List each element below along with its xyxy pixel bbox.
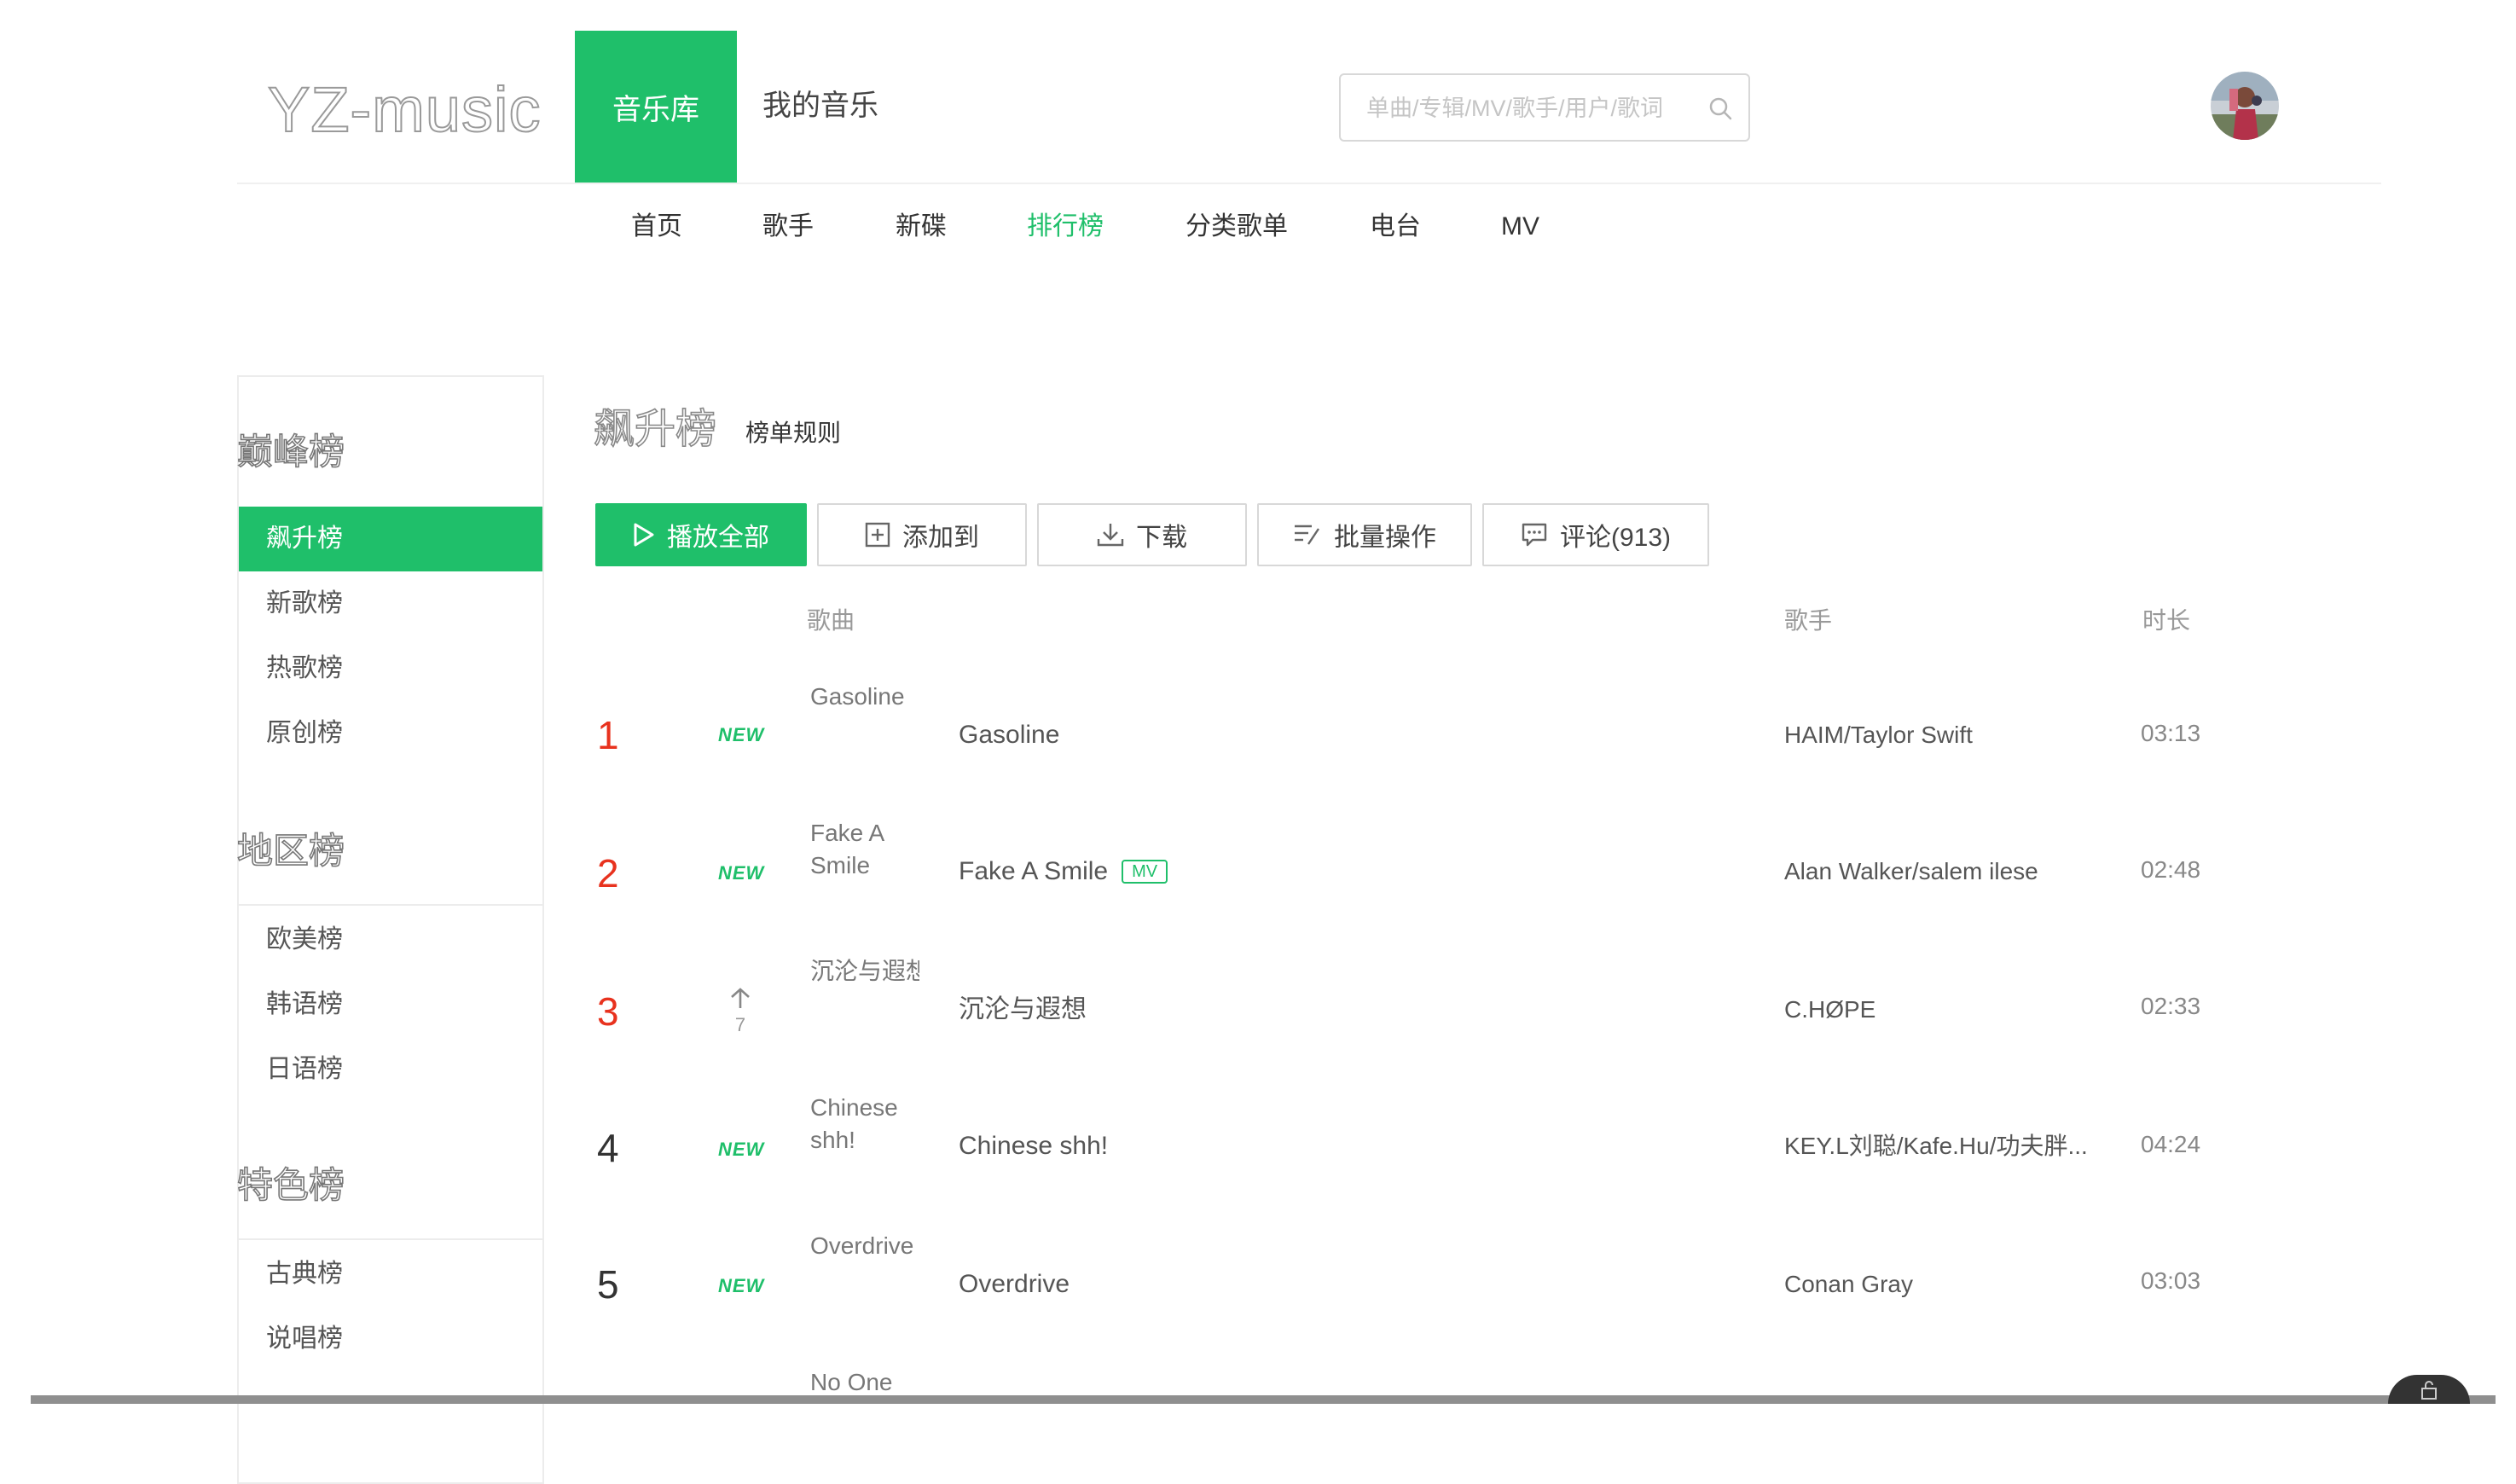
song-title[interactable]: Gasoline bbox=[959, 718, 1059, 752]
song-duration: 04:24 bbox=[2141, 1131, 2201, 1157]
subnav-charts[interactable]: 排行榜 bbox=[1027, 208, 1104, 246]
header-divider bbox=[237, 183, 2381, 184]
new-badge: NEW bbox=[718, 1139, 765, 1160]
song-rank: 2 bbox=[597, 851, 619, 896]
download-button[interactable]: 下载 bbox=[1037, 503, 1247, 566]
sidebar-group-peak: 巅峰榜 bbox=[236, 431, 345, 472]
subnav-home[interactable]: 首页 bbox=[631, 208, 682, 246]
chart-title: 飙升榜 bbox=[593, 406, 717, 453]
add-to-label: 添加到 bbox=[902, 524, 979, 552]
song-singer[interactable]: HAIM/Taylor Swift bbox=[1784, 718, 2100, 752]
column-header-duration: 时长 bbox=[2142, 607, 2191, 634]
search-input[interactable] bbox=[1365, 90, 1701, 126]
subnav-new-albums[interactable]: 新碟 bbox=[896, 208, 947, 246]
player-toggle-handle[interactable] bbox=[2388, 1375, 2470, 1404]
download-icon bbox=[1097, 524, 1124, 547]
song-singer[interactable]: C.HØPE bbox=[1784, 993, 2100, 1027]
comments-button[interactable]: 评论(913) bbox=[1482, 503, 1709, 566]
sidebar-item-new-songs[interactable]: 新歌榜 bbox=[239, 571, 542, 636]
sidebar-group-special: 特色榜 bbox=[236, 1164, 345, 1206]
arrow-up-icon bbox=[731, 988, 750, 1008]
sidebar-item-korean[interactable]: 韩语榜 bbox=[239, 972, 542, 1037]
subnav-radio[interactable]: 电台 bbox=[1370, 208, 1421, 246]
batch-label: 批量操作 bbox=[1334, 524, 1436, 552]
sidebar-divider bbox=[239, 1238, 542, 1240]
song-title-text[interactable]: Fake A Smile bbox=[959, 855, 1108, 889]
song-title-text[interactable]: Overdrive bbox=[959, 1267, 1070, 1301]
new-badge: NEW bbox=[718, 862, 765, 884]
lock-icon bbox=[2421, 1381, 2437, 1400]
nav-my-music[interactable]: 我的音乐 bbox=[762, 85, 878, 126]
sidebar-item-hot-songs[interactable]: 热歌榜 bbox=[239, 636, 542, 701]
sidebar-group-region: 地区榜 bbox=[236, 830, 345, 872]
chart-rules-link[interactable]: 榜单规则 bbox=[745, 418, 841, 449]
subnav-singers[interactable]: 歌手 bbox=[762, 208, 814, 246]
new-badge: NEW bbox=[718, 724, 765, 745]
new-badge: NEW bbox=[718, 1275, 765, 1296]
subnav-playlists[interactable]: 分类歌单 bbox=[1186, 208, 1288, 246]
sidebar-item-soaring[interactable]: 飙升榜 bbox=[239, 507, 542, 571]
play-all-button[interactable]: 播放全部 bbox=[595, 503, 807, 566]
play-all-label: 播放全部 bbox=[667, 524, 769, 552]
song-cover[interactable]: Fake A Smile bbox=[810, 817, 904, 882]
column-header-song: 歌曲 bbox=[807, 607, 855, 634]
song-title[interactable]: Chinese shh! bbox=[959, 1129, 1108, 1163]
sidebar-item-original[interactable]: 原创榜 bbox=[239, 701, 542, 766]
song-singer[interactable]: KEY.L刘聪/Kafe.Hu/功夫胖... bbox=[1784, 1129, 2100, 1163]
avatar[interactable] bbox=[2211, 72, 2279, 140]
batch-button[interactable]: 批量操作 bbox=[1257, 503, 1472, 566]
comment-icon bbox=[1522, 523, 1547, 547]
search-box[interactable] bbox=[1339, 73, 1750, 142]
comments-label: 评论(913) bbox=[1559, 524, 1672, 552]
song-cover[interactable]: Gasoline bbox=[810, 681, 921, 713]
song-rank: 3 bbox=[597, 989, 619, 1034]
song-duration: 02:33 bbox=[2141, 993, 2201, 1019]
download-label: 下载 bbox=[1136, 524, 1187, 552]
app-logo[interactable]: YZ-music bbox=[267, 78, 541, 142]
rank-trend: 7 bbox=[723, 986, 757, 1036]
sidebar-item-western[interactable]: 欧美榜 bbox=[239, 907, 542, 972]
sidebar-item-rap[interactable]: 说唱榜 bbox=[239, 1307, 542, 1371]
subnav-mv[interactable]: MV bbox=[1501, 208, 1539, 246]
add-to-button[interactable]: 添加到 bbox=[817, 503, 1027, 566]
song-title[interactable]: Overdrive bbox=[959, 1267, 1070, 1301]
song-duration: 03:13 bbox=[2141, 720, 2201, 746]
song-rank: 4 bbox=[597, 1126, 619, 1170]
song-title-text[interactable]: Gasoline bbox=[959, 718, 1059, 752]
song-singer[interactable]: Alan Walker/salem ilese bbox=[1784, 855, 2100, 889]
song-title-text[interactable]: 沉沦与遐想 bbox=[959, 993, 1087, 1027]
window-bottom-edge bbox=[31, 1395, 2496, 1404]
batch-edit-icon bbox=[1295, 525, 1319, 545]
play-icon bbox=[634, 523, 654, 547]
song-cover[interactable]: Chinese shh! bbox=[810, 1092, 904, 1156]
song-duration: 03:03 bbox=[2141, 1267, 2201, 1294]
column-header-singer: 歌手 bbox=[1784, 607, 1833, 634]
song-cover[interactable]: No One bbox=[810, 1366, 921, 1399]
rank-change: 7 bbox=[734, 1014, 746, 1035]
sidebar-item-japanese[interactable]: 日语榜 bbox=[239, 1037, 542, 1102]
song-rank: 5 bbox=[597, 1262, 619, 1307]
song-singer[interactable]: Conan Gray bbox=[1784, 1267, 2100, 1301]
nav-music-library[interactable]: 音乐库 bbox=[575, 31, 737, 183]
song-title[interactable]: 沉沦与遐想 bbox=[959, 993, 1087, 1027]
search-icon[interactable] bbox=[1707, 96, 1733, 121]
song-duration: 02:48 bbox=[2141, 856, 2201, 883]
song-cover[interactable]: Overdrive bbox=[810, 1230, 921, 1262]
sidebar-divider bbox=[239, 904, 542, 906]
song-title[interactable]: Fake A Smile MV bbox=[959, 855, 1168, 889]
song-cover[interactable]: 沉沦与遐想 bbox=[810, 955, 919, 988]
song-title-text[interactable]: Chinese shh! bbox=[959, 1129, 1108, 1163]
song-rank: 1 bbox=[597, 713, 619, 757]
add-icon bbox=[865, 522, 890, 548]
mv-badge[interactable]: MV bbox=[1122, 860, 1168, 884]
sidebar-item-classical[interactable]: 古典榜 bbox=[239, 1242, 542, 1307]
